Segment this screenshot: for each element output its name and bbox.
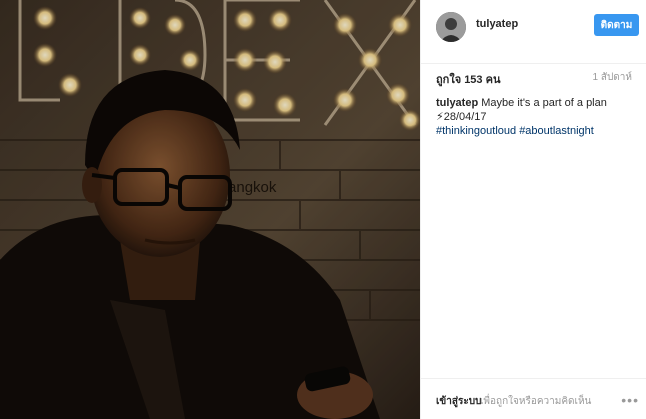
login-prompt: เพื่อถูกใจหรือความคิดเห็น: [480, 396, 592, 407]
instagram-post: Bangkok tulyatep ติดตาม ถูกใจ 153 คน 1 ส…: [0, 0, 646, 419]
username-link[interactable]: tulyatep: [476, 18, 518, 30]
caption-text: Maybe it's a part of a plan: [481, 97, 607, 109]
post-header: tulyatep ติดตาม: [421, 0, 646, 64]
caption-username[interactable]: tulyatep: [436, 97, 478, 109]
likes-row: ถูกใจ 153 คน 1 สัปดาห์: [436, 68, 633, 86]
login-link[interactable]: เข้าสู่ระบบ: [436, 394, 481, 409]
photo-scene: Bangkok: [0, 0, 420, 419]
hashtag-thinkingoutloud[interactable]: #thinkingoutloud: [436, 125, 516, 137]
post-footer: เข้าสู่ระบบ เพื่อถูกใจหรือความคิดเห็น ••…: [421, 378, 646, 419]
follow-button[interactable]: ติดตาม: [594, 14, 639, 36]
caption-date: ⚡28/04/17: [436, 111, 487, 123]
post-photo[interactable]: Bangkok: [0, 0, 420, 419]
post-time[interactable]: 1 สัปดาห์: [593, 70, 633, 85]
more-icon[interactable]: •••: [621, 392, 639, 408]
post-caption: tulyatep Maybe it's a part of a plan ⚡28…: [436, 96, 636, 138]
hashtag-aboutlastnight[interactable]: #aboutlastnight: [519, 125, 594, 137]
avatar-image: [436, 12, 466, 42]
likes-count[interactable]: ถูกใจ 153 คน: [436, 70, 500, 88]
avatar[interactable]: [436, 12, 466, 42]
post-sidebar: tulyatep ติดตาม ถูกใจ 153 คน 1 สัปดาห์ t…: [420, 0, 646, 419]
